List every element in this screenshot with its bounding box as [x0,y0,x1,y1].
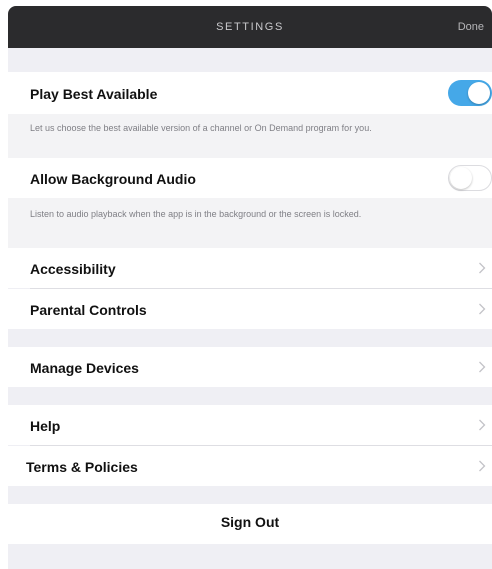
done-button[interactable]: Done [458,21,484,33]
play-best-available-description-block: Let us choose the best available version… [8,114,492,158]
manage-devices-row[interactable]: Manage Devices [8,347,492,387]
accessibility-row[interactable]: Accessibility [8,248,492,288]
sign-out-label: Sign Out [220,514,280,530]
scrolled-content-edge [8,48,492,72]
help-row[interactable]: Help [8,405,492,445]
help-label: Help [30,418,61,434]
allow-background-audio-label: Allow Background Audio [30,171,196,187]
play-best-available-description: Let us choose the best available version… [30,123,372,133]
chevron-right-icon [479,262,486,274]
chevron-right-icon [479,460,486,472]
toggle-knob [450,167,472,189]
allow-background-audio-toggle[interactable] [448,165,492,191]
navigation-bar: SETTINGS Done [8,6,492,48]
play-best-available-row[interactable]: Play Best Available [8,72,492,114]
terms-policies-row[interactable]: Terms & Policies [8,446,492,486]
play-best-available-toggle[interactable] [448,80,492,106]
toggle-knob [468,82,490,104]
allow-background-audio-row[interactable]: Allow Background Audio [8,158,492,198]
parental-controls-row[interactable]: Parental Controls [8,289,492,329]
page-title: SETTINGS [216,21,284,33]
sign-out-button[interactable]: Sign Out [8,504,492,544]
settings-screen: SETTINGS Done Play Best Available Let us… [8,6,492,569]
terms-policies-label: Terms & Policies [26,459,138,475]
chevron-right-icon [479,303,486,315]
play-best-available-label: Play Best Available [30,86,158,102]
accessibility-label: Accessibility [30,261,116,277]
chevron-right-icon [479,361,486,373]
manage-devices-label: Manage Devices [30,360,139,376]
allow-background-audio-description-block: Listen to audio playback when the app is… [8,198,492,248]
parental-controls-label: Parental Controls [30,302,147,318]
chevron-right-icon [479,419,486,431]
allow-background-audio-description: Listen to audio playback when the app is… [30,209,362,219]
